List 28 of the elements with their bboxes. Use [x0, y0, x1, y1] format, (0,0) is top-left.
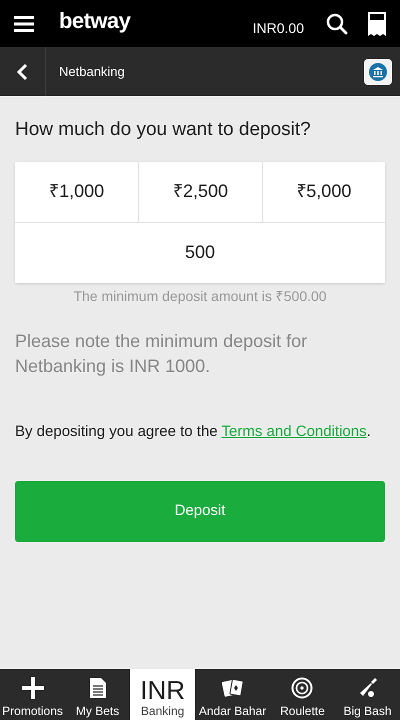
roulette-wheel-icon	[291, 677, 314, 699]
heading: How much do you want to deposit?	[15, 118, 312, 142]
nav-tab[interactable]: Big Bash	[334, 669, 400, 720]
nav-tab[interactable]: INR Banking	[130, 669, 196, 720]
nav-tab[interactable]: Promotions	[0, 669, 66, 720]
amount-option[interactable]: ₹2,500	[138, 162, 262, 222]
back-icon[interactable]	[17, 62, 28, 80]
deposit-note: Please note the minimum deposit for Netbanking is INR 1000.	[15, 330, 308, 378]
betslip-icon[interactable]	[368, 12, 386, 36]
nav-tab[interactable]: Andar Bahar	[195, 669, 270, 720]
nav-tab[interactable]: My Bets	[65, 669, 130, 720]
balance-text: INR0.00	[252, 19, 304, 38]
plus-icon	[22, 677, 44, 699]
menu-icon[interactable]	[14, 16, 34, 32]
document-icon	[90, 678, 106, 698]
cricket-bat-icon	[358, 677, 378, 699]
amount-option[interactable]: ₹5,000	[262, 162, 385, 222]
agreement-text: By depositing you agree to the Terms and Conditions.	[15, 422, 372, 442]
currency-icon-text: INR	[140, 676, 185, 704]
nav-tab[interactable]: Roulette	[270, 669, 335, 720]
playing-cards-icon	[222, 678, 244, 698]
page-title: Netbanking	[59, 62, 125, 81]
minimum-hint: The minimum deposit amount is ₹500.00	[72, 286, 328, 306]
bank-icon[interactable]	[364, 58, 392, 84]
amount-option[interactable]: ₹1,000	[15, 162, 138, 222]
amount-field[interactable]: 500	[15, 222, 385, 282]
logo[interactable]: betway	[59, 4, 130, 37]
search-icon[interactable]	[326, 12, 348, 34]
